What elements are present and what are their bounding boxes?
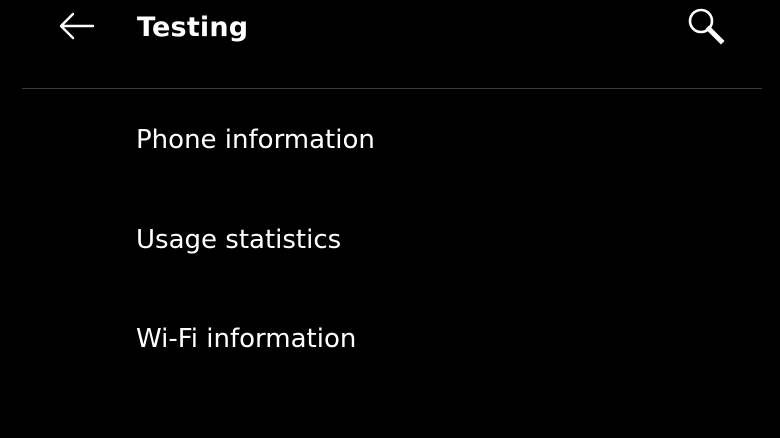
back-button[interactable] [54,8,98,44]
search-icon [688,8,725,45]
menu-item-wifi-information[interactable]: Wi-Fi information [0,289,780,389]
app-bar: Testing [0,0,780,88]
menu-item-label: Phone information [136,125,375,155]
menu-item-phone-information[interactable]: Phone information [0,89,780,189]
search-button[interactable] [684,4,730,50]
menu-item-usage-statistics[interactable]: Usage statistics [0,189,780,289]
menu-item-label: Wi-Fi information [136,324,357,354]
arrow-left-icon [59,12,95,40]
menu-item-label: Usage statistics [136,225,342,255]
page-title: Testing [137,12,249,43]
